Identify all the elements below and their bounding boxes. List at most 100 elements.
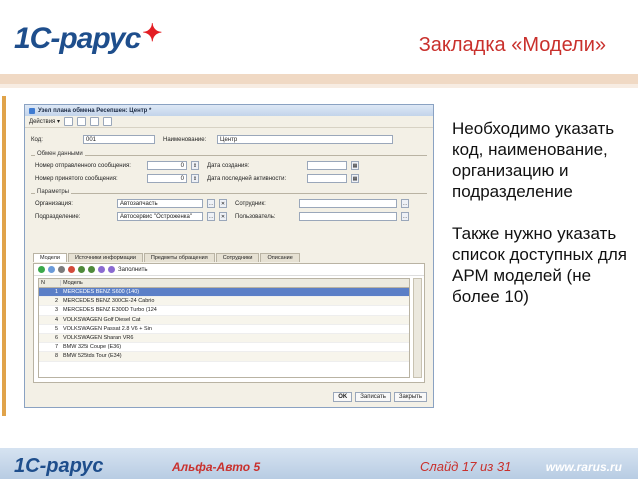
models-table: N Модель 1 MERCEDES BENZ S600 (140) 2 MERC… [38,278,410,378]
ok-button[interactable]: OK [333,392,353,402]
models-toolbar: Заполнить [34,264,424,276]
actions-menu[interactable]: Действия ▾ [29,118,60,125]
window-titlebar: Узел плана обмена Ресепшен: Центр * [25,105,433,116]
sent-spin-icon[interactable]: ⇕ [191,161,199,170]
window-footer-buttons: OK Записать Закрыть [333,392,427,402]
row-model: VOLKSWAGEN Sharan VR6 [63,335,134,342]
user-select-icon[interactable]: … [401,212,409,221]
add-icon[interactable] [38,266,45,273]
close-button[interactable]: Закрыть [393,392,427,402]
recv-label: Номер принятого сообщения: [35,175,118,182]
recv-field[interactable]: 0 [147,174,187,183]
logo: 1С-рарус ✦ [14,19,163,56]
employee-field[interactable] [299,199,397,208]
user-label: Пользователь: [235,213,276,220]
row-model: MERCEDES BENZ E300D Turbo (124 [63,307,157,314]
tab-description[interactable]: Описание [260,253,300,262]
window-toolbar: Действия ▾ [25,116,433,128]
row-number: 1 [54,289,58,296]
tab-subjects[interactable]: Предметы обращения [143,253,215,262]
description-paragraph-2: Также нужно указать список доступных для… [452,224,627,306]
division-label: Подразделение: [35,213,81,220]
recv-spin-icon[interactable]: ⇕ [191,174,199,183]
slide-title: Закладка «Модели» [418,34,606,56]
row-model: MERCEDES BENZ S600 (140) [63,289,140,296]
table-row[interactable]: 7 BMW 325i Coupe (E36) [39,343,409,353]
created-calendar-icon[interactable]: ▦ [351,161,359,170]
left-accent-bar [2,96,6,416]
sort-desc-icon[interactable] [108,266,115,273]
help-icon[interactable] [102,117,112,126]
tab-info-sources[interactable]: Источники информации [67,253,143,262]
col-model-header[interactable]: Модель [61,280,409,286]
name-field[interactable]: Центр [217,135,393,144]
description-paragraph-1: Необходимо указать код, наименование, ор… [452,119,615,201]
models-tab-body: Заполнить N Модель 1 MERCEDES BENZ S600 (… [33,263,425,383]
tab-strip: Модели Источники информации Предметы обр… [33,253,300,262]
code-label: Код: [31,136,43,143]
move-up-icon[interactable] [78,266,85,273]
last-activity-calendar-icon[interactable]: ▦ [351,174,359,183]
created-date-field[interactable] [307,161,347,170]
user-field[interactable] [299,212,397,221]
footer-url[interactable]: www.rarus.ru [546,460,622,474]
division-select-icon[interactable]: … [207,212,215,221]
row-number: 5 [54,325,58,332]
logo-spark-icon: ✦ [142,19,163,47]
row-number: 2 [54,298,58,305]
save-button[interactable]: Записать [355,392,391,402]
table-row[interactable]: 4 VOLKSWAGEN Golf Diesel Cat [39,315,409,325]
row-model: BMW 325i Coupe (E36) [63,344,122,351]
tab-employees[interactable]: Сотрудники [215,253,260,262]
table-row[interactable]: 5 VOLKSWAGEN Passat 2.8 V6 + Sin [39,325,409,334]
save-icon[interactable] [63,117,73,126]
division-field[interactable]: Автосервис "Остроженка" [117,212,203,221]
sent-row: Номер отправленного сообщения: 0 ⇕ Дата … [35,161,359,170]
fill-button[interactable]: Заполнить [118,267,147,273]
row-number: 6 [54,335,58,342]
models-scrollbar[interactable] [413,278,422,378]
recv-row: Номер принятого сообщения: 0 ⇕ Дата посл… [35,174,359,183]
structure-icon[interactable] [76,117,86,126]
row-number: 8 [54,353,58,360]
row-number: 3 [54,307,58,314]
window-title: Узел плана обмена Ресепшен: Центр * [38,107,152,114]
row-model: VOLKSWAGEN Golf Diesel Cat [63,316,141,323]
footer-logo: 1С-рарус [14,455,104,477]
table-row[interactable]: 6 VOLKSWAGEN Sharan VR6 [39,333,409,344]
window-icon [29,107,35,114]
org-field[interactable]: Автозапчасть [117,199,203,208]
table-row[interactable]: 1 MERCEDES BENZ S600 (140) [39,288,409,298]
employee-label: Сотрудник: [235,200,266,207]
sent-field[interactable]: 0 [147,161,187,170]
row-number: 7 [54,344,58,351]
description-text: Необходимо указать код, наименование, ор… [452,118,628,328]
models-table-header: N Модель [39,279,409,288]
sent-label: Номер отправленного сообщения: [35,162,131,169]
list-icon[interactable] [89,117,99,126]
copy-icon[interactable] [48,266,55,273]
table-row[interactable]: 3 MERCEDES BENZ E300D Turbo (124 [39,306,409,316]
tab-models[interactable]: Модели [33,253,67,262]
move-down-icon[interactable] [88,266,95,273]
footer-course-name: Альфа-Авто 5 [172,460,261,474]
parameters-group: Параметры [31,189,427,195]
org-select-icon[interactable]: … [207,199,215,208]
edit-icon[interactable] [58,266,65,273]
code-row: Код: 001 Наименование: Центр [31,135,393,144]
table-row[interactable]: 8 BMW 525tds Tour (E34) [39,352,409,362]
title-divider [0,74,638,84]
code-field[interactable]: 001 [83,135,155,144]
division-clear-icon[interactable]: ✕ [219,212,227,221]
delete-icon[interactable] [68,266,75,273]
row-model: MERCEDES BENZ 300CE-24 Cabrio [63,298,155,305]
slide: 1С-рарус ✦ Закладка «Модели» Узел плана … [0,0,638,479]
col-n-header[interactable]: N [39,280,61,286]
last-activity-field[interactable] [307,174,347,183]
table-row[interactable]: 2 MERCEDES BENZ 300CE-24 Cabrio [39,297,409,307]
sort-asc-icon[interactable] [98,266,105,273]
row-model: BMW 525tds Tour (E34) [63,353,122,360]
row-model: VOLKSWAGEN Passat 2.8 V6 + Sin [63,325,152,332]
employee-select-icon[interactable]: … [401,199,409,208]
org-clear-icon[interactable]: ✕ [219,199,227,208]
